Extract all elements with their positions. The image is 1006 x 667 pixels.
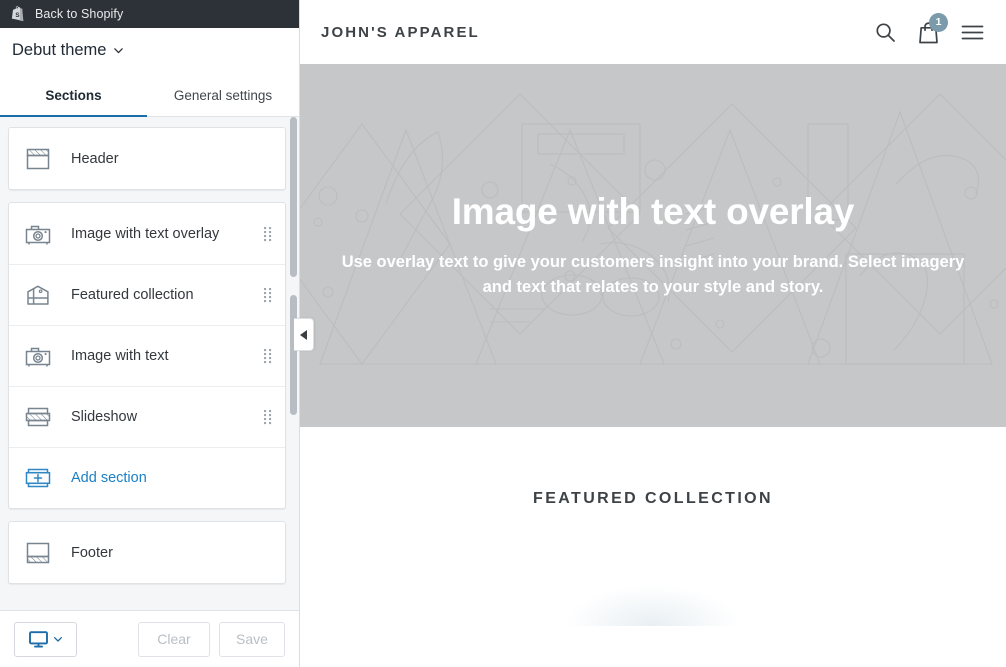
chevron-down-icon: [113, 45, 124, 56]
section-row-add-section[interactable]: Add section: [9, 447, 285, 508]
drag-handle-icon[interactable]: [263, 287, 273, 303]
editor-sidebar: S Back to Shopify Debut theme Sections G…: [0, 0, 300, 667]
hero-banner: Image with text overlay Use overlay text…: [300, 64, 1006, 427]
slideshow-icon: [23, 402, 53, 432]
add-section-icon: [23, 463, 53, 493]
cart-button[interactable]: 1: [918, 21, 939, 44]
drag-handle-icon[interactable]: [263, 409, 273, 425]
hero-subtitle: Use overlay text to give your customers …: [308, 250, 998, 300]
section-row-image-with-text-overlay[interactable]: Image with text overlay: [9, 203, 285, 264]
tab-sections-label: Sections: [45, 88, 101, 103]
store-header: JOHN'S APPAREL 1: [300, 0, 1006, 64]
cart-count-badge: 1: [929, 13, 948, 32]
section-row-featured-collection[interactable]: Featured collection: [9, 264, 285, 325]
sections-list: Header Image with text overlay: [0, 117, 299, 610]
chevron-down-icon: [53, 634, 63, 644]
monitor-icon: [29, 631, 48, 648]
garment-tag-icon: [23, 280, 53, 310]
hero-title: Image with text overlay: [308, 191, 998, 234]
search-icon[interactable]: [875, 22, 896, 43]
editor-tabs: Sections General settings: [0, 73, 299, 117]
hamburger-menu-icon[interactable]: [961, 24, 984, 41]
store-header-icons: 1: [875, 21, 984, 44]
collapse-sidebar-toggle[interactable]: [294, 318, 314, 351]
sections-scrollbar[interactable]: [291, 117, 298, 610]
camera-icon: [23, 341, 53, 371]
scrollbar-thumb[interactable]: [290, 295, 297, 415]
tab-general-settings-label: General settings: [174, 88, 272, 103]
section-label: Image with text: [71, 348, 263, 364]
back-to-shopify-bar[interactable]: S Back to Shopify: [0, 0, 299, 28]
svg-text:S: S: [15, 12, 19, 19]
section-label: Add section: [71, 470, 273, 486]
theme-editor-app: S Back to Shopify Debut theme Sections G…: [0, 0, 1006, 667]
save-button[interactable]: Save: [219, 622, 285, 657]
store-name: JOHN'S APPAREL: [321, 24, 480, 41]
camera-icon: [23, 219, 53, 249]
section-group-footer: Footer: [8, 521, 286, 584]
scrollbar-thumb[interactable]: [290, 117, 297, 277]
drag-handle-icon[interactable]: [263, 226, 273, 242]
editor-bottom-bar: Clear Save: [0, 610, 299, 667]
section-row-image-with-text[interactable]: Image with text: [9, 325, 285, 386]
header-bar-icon: [23, 144, 53, 174]
hero-text-block: Image with text overlay Use overlay text…: [308, 191, 998, 300]
clear-button[interactable]: Clear: [138, 622, 210, 657]
section-label: Footer: [71, 545, 273, 561]
section-row-header[interactable]: Header: [9, 128, 285, 189]
section-row-slideshow[interactable]: Slideshow: [9, 386, 285, 447]
tab-sections[interactable]: Sections: [0, 73, 147, 117]
section-label: Image with text overlay: [71, 226, 263, 242]
product-placeholder: [568, 586, 738, 626]
tab-general-settings[interactable]: General settings: [147, 73, 299, 117]
section-label: Featured collection: [71, 287, 263, 303]
device-preview-selector[interactable]: [14, 622, 77, 657]
section-row-footer[interactable]: Footer: [9, 522, 285, 583]
featured-collection-section: FEATURED COLLECTION: [300, 427, 1006, 626]
featured-collection-title: FEATURED COLLECTION: [300, 490, 1006, 508]
back-to-shopify-label: Back to Shopify: [35, 7, 123, 21]
theme-name-label: Debut theme: [12, 41, 106, 60]
section-label: Header: [71, 151, 273, 167]
triangle-left-icon: [300, 330, 307, 340]
section-group-content: Image with text overlay: [8, 202, 286, 509]
footer-bar-icon: [23, 538, 53, 568]
section-label: Slideshow: [71, 409, 263, 425]
store-preview: JOHN'S APPAREL 1: [300, 0, 1006, 667]
theme-selector[interactable]: Debut theme: [0, 28, 299, 73]
drag-handle-icon[interactable]: [263, 348, 273, 364]
section-group-header: Header: [8, 127, 286, 190]
shopify-bag-icon: S: [9, 5, 26, 23]
